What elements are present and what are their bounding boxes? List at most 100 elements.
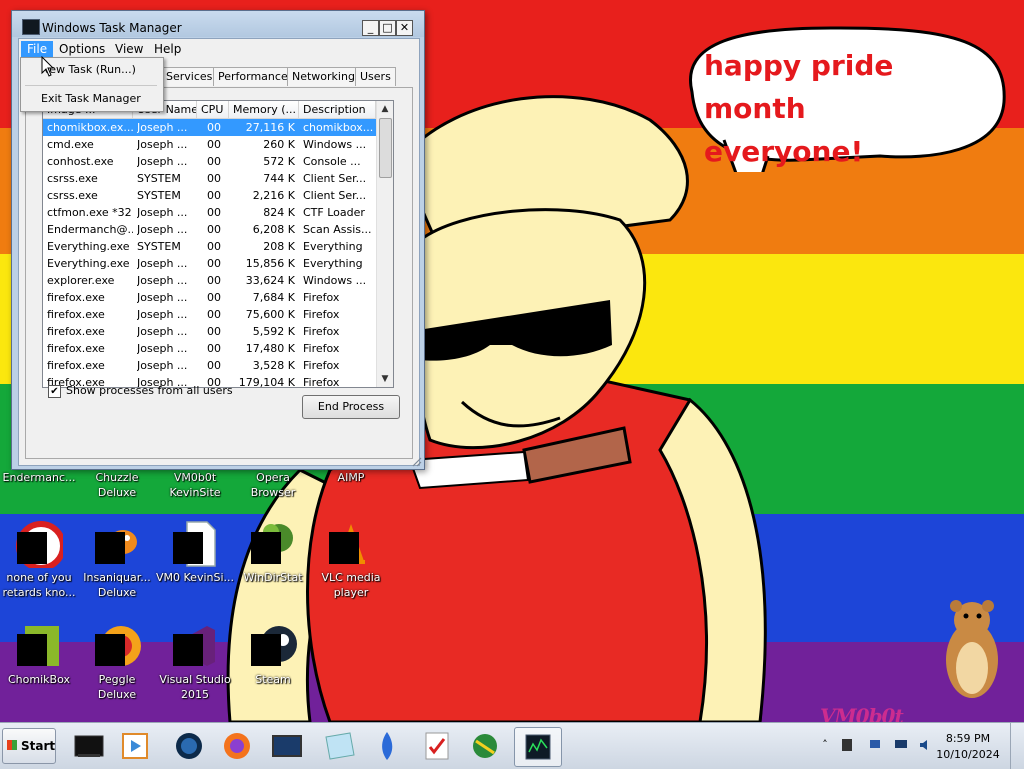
tray-volume-icon[interactable] (918, 738, 932, 752)
user-name-cell: Joseph ... (137, 223, 188, 236)
taskbar-task-manager[interactable] (514, 727, 562, 767)
menu-options[interactable]: Options (53, 41, 111, 58)
minimize-button[interactable]: _ (362, 20, 379, 36)
column-description[interactable]: Description (299, 101, 376, 118)
memory-cell: 572 K (263, 155, 295, 168)
memory-cell: 5,592 K (252, 325, 295, 338)
table-row[interactable]: Everything.exe SYSTEM 00 208 K Everything (43, 238, 376, 255)
desktop-icon-insaniquarium[interactable]: Insaniquar... Deluxe (78, 520, 156, 600)
resize-grip-icon[interactable] (410, 455, 422, 467)
taskbar-media-player[interactable] (112, 727, 158, 765)
desktop-icon-peggle[interactable]: Peggle Deluxe (78, 622, 156, 702)
redaction-block (95, 532, 125, 564)
user-name-cell: SYSTEM (137, 189, 181, 202)
cpu-cell: 00 (207, 155, 221, 168)
table-row[interactable]: ctfmon.exe *32 Joseph ... 00 824 K CTF Loade… (43, 204, 376, 221)
table-row[interactable]: firefox.exe Joseph ... 00 7,684 K Firefox (43, 289, 376, 306)
process-list[interactable]: Image ... User Name CPU Memory (... Desc… (42, 100, 394, 388)
menu-view[interactable]: View (109, 41, 149, 58)
task-manager-icon (22, 19, 40, 35)
desktop-icon-label: Opera Browser (250, 471, 296, 499)
taskbar-monitor[interactable] (264, 727, 310, 765)
taskbar-globe[interactable] (166, 727, 212, 765)
table-row[interactable]: chomikbox.ex... Joseph ... 00 27,116 K chomi… (43, 119, 376, 136)
memory-cell: 2,216 K (252, 189, 295, 202)
taskbar-earth[interactable] (462, 727, 508, 765)
desktop-icon-chuzzle[interactable]: Chuzzle Deluxe (78, 470, 156, 500)
tray-display-icon[interactable] (894, 738, 908, 752)
scroll-down-arrow-icon[interactable]: ▼ (378, 371, 392, 387)
table-row[interactable]: firefox.exe Joseph ... 00 3,528 K Firefox (43, 357, 376, 374)
desktop-icon-windirstat[interactable]: WinDirStat (234, 520, 312, 585)
desktop-icon-none-of-you[interactable]: none of you retards kno... (0, 520, 78, 600)
tab-performance[interactable]: Performance (213, 67, 293, 86)
table-row[interactable]: Everything.exe Joseph ... 00 15,856 K Everyt… (43, 255, 376, 272)
table-row[interactable]: csrss.exe SYSTEM 00 744 K Client Ser... (43, 170, 376, 187)
process-name-cell: explorer.exe (47, 274, 115, 287)
description-cell: CTF Loader (303, 206, 365, 219)
taskbar-checklist[interactable] (414, 727, 460, 765)
table-row[interactable]: Endermanch@... Joseph ... 00 6,208 K Scan As… (43, 221, 376, 238)
desktop-icon-label: none of you retards kno... (2, 571, 76, 599)
menu-item-new-task[interactable]: New Task (Run...) (41, 63, 136, 76)
menu-item-exit[interactable]: Exit Task Manager (41, 92, 141, 105)
cpu-cell: 00 (207, 138, 221, 151)
scroll-up-arrow-icon[interactable]: ▲ (378, 101, 392, 117)
redaction-block (17, 532, 47, 564)
cpu-cell: 00 (207, 274, 221, 287)
cpu-cell: 00 (207, 189, 221, 202)
scroll-thumb[interactable] (379, 118, 392, 178)
redaction-block (251, 532, 281, 564)
table-row[interactable]: cmd.exe Joseph ... 00 260 K Windows ... (43, 136, 376, 153)
description-cell: Client Ser... (303, 172, 367, 185)
taskbar-sail-app[interactable] (364, 727, 410, 765)
desktop-icon-endermanch[interactable]: Endermanc... (0, 470, 78, 485)
show-desktop-button[interactable] (1010, 723, 1024, 769)
desktop-icon-visual-studio[interactable]: Visual Studio 2015 (156, 622, 234, 702)
column-cpu[interactable]: CPU (197, 101, 229, 118)
desktop-icon-chomikbox[interactable]: ChomikBox (0, 622, 78, 687)
process-name-cell: cmd.exe (47, 138, 94, 151)
table-row[interactable]: explorer.exe Joseph ... 00 33,624 K Windows … (43, 272, 376, 289)
process-name-cell: firefox.exe (47, 359, 105, 372)
taskbar-terminal[interactable] (66, 727, 112, 765)
table-row[interactable]: firefox.exe Joseph ... 00 75,600 K Firefox (43, 306, 376, 323)
tray-app-icon[interactable] (840, 738, 854, 752)
menu-separator (25, 85, 157, 86)
taskbar-notes[interactable] (316, 727, 362, 765)
start-label: Start (21, 739, 56, 753)
process-name-cell: ctfmon.exe *32 (47, 206, 132, 219)
table-row[interactable]: csrss.exe SYSTEM 00 2,216 K Client Ser... (43, 187, 376, 204)
menu-help[interactable]: Help (148, 41, 187, 58)
maximize-button[interactable]: □ (379, 20, 396, 36)
tray-network-icon[interactable] (868, 738, 882, 752)
user-name-cell: Joseph ... (137, 359, 188, 372)
process-name-cell: Everything.exe (47, 257, 130, 270)
taskbar-firefox[interactable] (214, 727, 260, 765)
system-clock[interactable]: 8:59 PM 10/10/2024 (935, 731, 1001, 763)
tray-expand-icon[interactable]: ˄ (818, 738, 832, 752)
cpu-cell: 00 (207, 325, 221, 338)
desktop-icon-steam[interactable]: Steam (234, 622, 312, 687)
show-all-processes-checkbox[interactable]: ✔ (48, 385, 61, 398)
end-process-button[interactable]: End Process (302, 395, 400, 419)
desktop-icon-vm0b0t-kevinsite[interactable]: VM0b0t KevinSite (156, 470, 234, 500)
vertical-scrollbar[interactable]: ▲ ▼ (376, 101, 393, 387)
desktop-icon-opera[interactable]: Opera Browser (234, 470, 312, 500)
start-button[interactable]: Start (2, 728, 56, 764)
tab-users[interactable]: Users (355, 67, 396, 86)
desktop-icon-label: Chuzzle Deluxe (95, 471, 139, 499)
close-button[interactable]: ✕ (396, 20, 413, 36)
desktop-icon-vm0-kevinsite[interactable]: VM0 KevinSi... (156, 520, 234, 585)
table-row[interactable]: firefox.exe Joseph ... 00 5,592 K Firefox (43, 323, 376, 340)
desktop-icon-aimp[interactable]: AIMP (312, 470, 390, 485)
desktop-icon-vlc[interactable]: VLC media player (312, 520, 390, 600)
title-bar[interactable]: Windows Task Manager _ □ ✕ (12, 11, 424, 37)
description-cell: Firefox (303, 342, 340, 355)
tab-services[interactable]: Services (161, 67, 218, 86)
column-memory[interactable]: Memory (... (229, 101, 299, 118)
table-row[interactable]: conhost.exe Joseph ... 00 572 K Console ... (43, 153, 376, 170)
description-cell: Windows ... (303, 138, 367, 151)
table-row[interactable]: firefox.exe Joseph ... 00 17,480 K Firefox (43, 340, 376, 357)
tab-networking[interactable]: Networking (287, 67, 360, 86)
